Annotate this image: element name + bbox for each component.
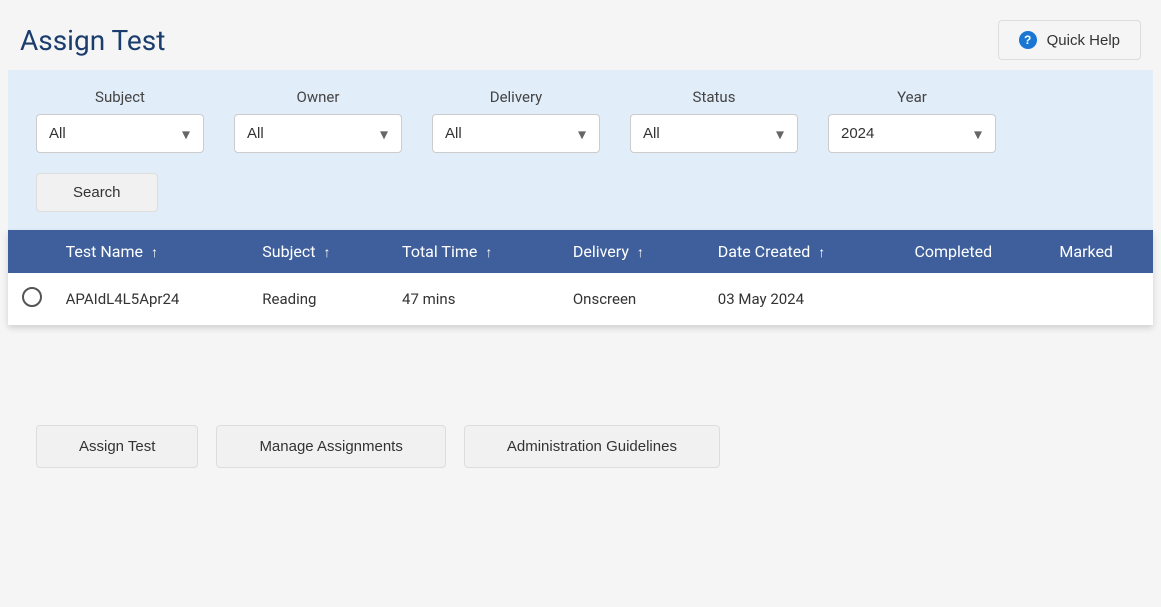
cell-marked — [1049, 273, 1153, 325]
col-date-created-label: Date Created — [718, 242, 811, 261]
col-marked-label: Marked — [1059, 242, 1113, 261]
col-subject-label: Subject — [262, 242, 315, 261]
filter-status: Status All ▾ — [630, 88, 798, 153]
search-button[interactable]: Search — [36, 173, 158, 212]
filter-delivery: Delivery All ▾ — [432, 88, 600, 153]
admin-guidelines-button[interactable]: Administration Guidelines — [464, 425, 720, 468]
assign-test-button[interactable]: Assign Test — [36, 425, 198, 468]
col-total-time[interactable]: Total Time ↑ — [392, 230, 563, 273]
table-row: APAIdL4L5Apr24 Reading 47 mins Onscreen … — [8, 273, 1153, 325]
cell-subject: Reading — [252, 273, 392, 325]
filter-delivery-label: Delivery — [490, 88, 543, 106]
help-icon: ? — [1019, 31, 1037, 49]
cell-date-created: 03 May 2024 — [708, 273, 905, 325]
cell-test-name: APAIdL4L5Apr24 — [56, 273, 253, 325]
filter-year-select[interactable]: 2024 — [828, 114, 996, 153]
col-completed-label: Completed — [914, 242, 992, 261]
sort-arrow-icon: ↑ — [637, 244, 644, 261]
col-test-name-label: Test Name — [66, 242, 143, 261]
sort-arrow-icon: ↑ — [151, 244, 158, 261]
col-delivery[interactable]: Delivery ↑ — [563, 230, 708, 273]
cell-delivery: Onscreen — [563, 273, 708, 325]
quick-help-button[interactable]: ? Quick Help — [998, 20, 1141, 60]
cell-total-time: 47 mins — [392, 273, 563, 325]
col-completed: Completed — [904, 230, 1049, 273]
manage-assignments-button[interactable]: Manage Assignments — [216, 425, 445, 468]
col-test-name[interactable]: Test Name ↑ — [56, 230, 253, 273]
quick-help-label: Quick Help — [1047, 32, 1120, 49]
filter-year: Year 2024 ▾ — [828, 88, 996, 153]
filter-status-select[interactable]: All — [630, 114, 798, 153]
col-delivery-label: Delivery — [573, 242, 629, 261]
filter-subject: Subject All ▾ — [36, 88, 204, 153]
results-table: Test Name ↑ Subject ↑ Total Time ↑ Deliv… — [8, 230, 1153, 325]
filter-status-label: Status — [693, 88, 736, 106]
sort-arrow-icon: ↑ — [818, 244, 825, 261]
col-marked: Marked — [1049, 230, 1153, 273]
col-subject[interactable]: Subject ↑ — [252, 230, 392, 273]
sort-arrow-icon: ↑ — [485, 244, 492, 261]
cell-completed — [904, 273, 1049, 325]
filter-subject-label: Subject — [95, 88, 145, 106]
page-title: Assign Test — [20, 24, 165, 57]
filter-panel: Subject All ▾ Owner All ▾ Delivery All ▾ — [8, 70, 1153, 230]
filter-year-label: Year — [897, 88, 927, 106]
col-date-created[interactable]: Date Created ↑ — [708, 230, 905, 273]
filter-owner: Owner All ▾ — [234, 88, 402, 153]
filter-subject-select[interactable]: All — [36, 114, 204, 153]
col-select — [8, 230, 56, 273]
filter-delivery-select[interactable]: All — [432, 114, 600, 153]
row-select-radio[interactable] — [22, 287, 42, 307]
sort-arrow-icon: ↑ — [324, 244, 331, 261]
filter-owner-label: Owner — [297, 88, 340, 106]
filter-owner-select[interactable]: All — [234, 114, 402, 153]
col-total-time-label: Total Time — [402, 242, 477, 261]
